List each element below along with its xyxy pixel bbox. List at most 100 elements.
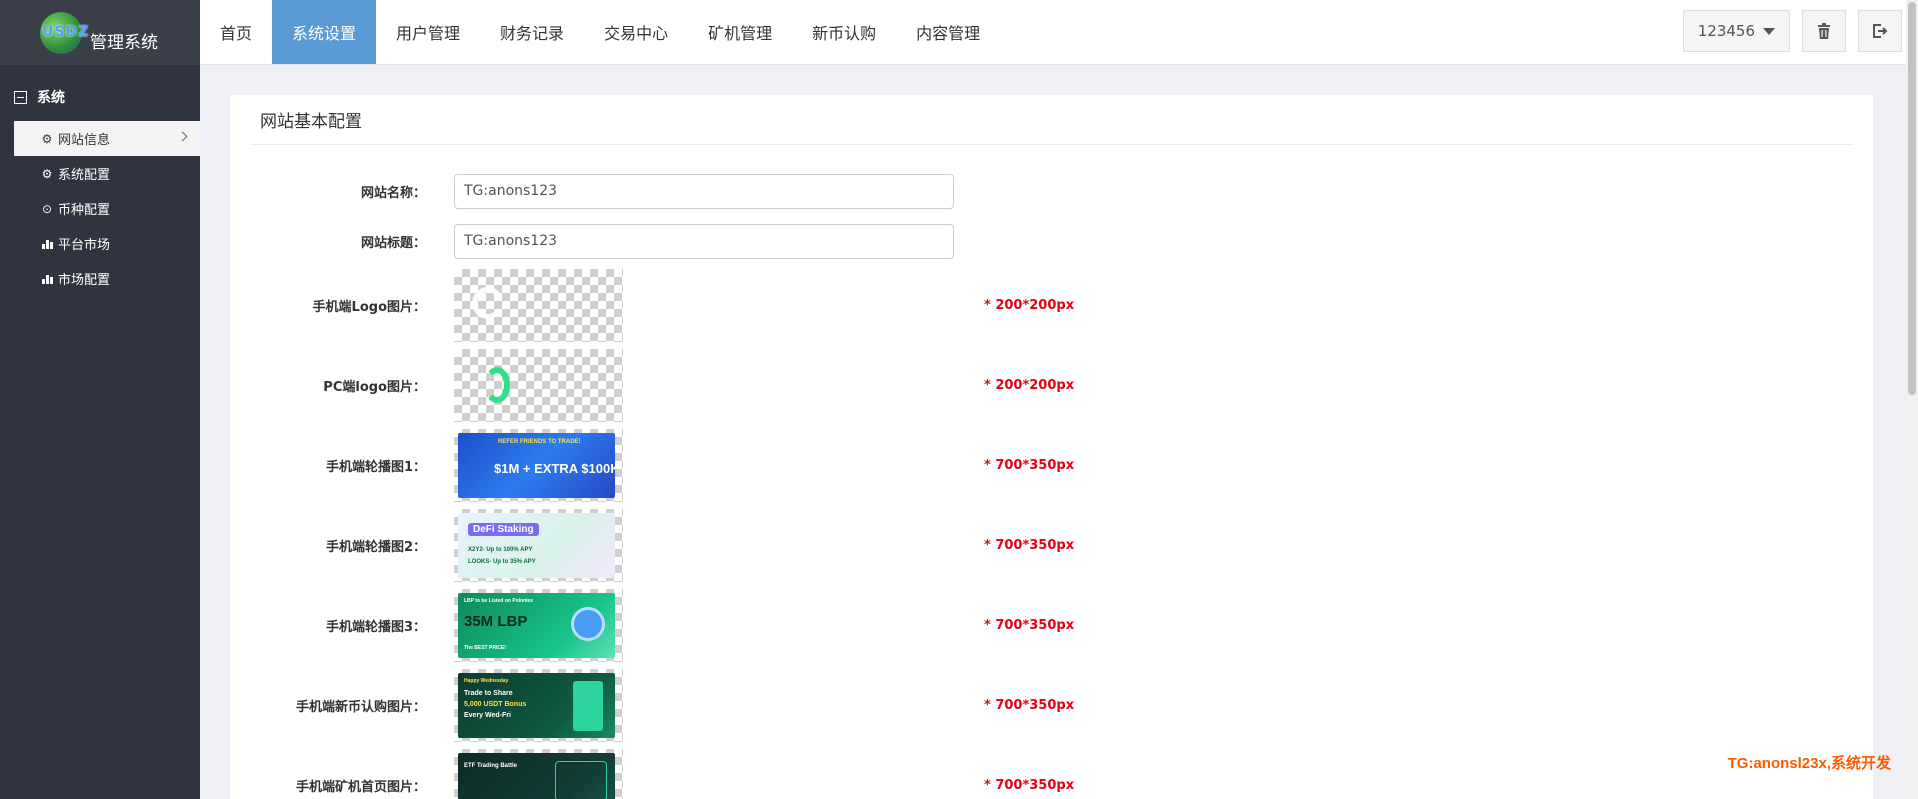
logout-icon	[1873, 24, 1888, 38]
pc-logo-label: PC端logo图片：	[323, 380, 426, 395]
size-hint: * 700*350px	[984, 698, 1075, 713]
banner-2-line-1: DeFi Staking	[468, 523, 539, 536]
size-hint: * 200*200px	[984, 378, 1075, 393]
nav-new-coin-subscription[interactable]: 新币认购	[792, 0, 896, 64]
brand-mark: USDZ	[42, 23, 90, 40]
form-row-new-coin-image: 手机端新币认购图片： Happy Wednesday Trade to Shar…	[230, 669, 1873, 742]
caret-down-icon	[1763, 27, 1775, 35]
sidebar-item-system-config[interactable]: ⚙ 系统配置	[0, 156, 200, 191]
sidebar-group-label: 系统	[37, 90, 65, 106]
clear-cache-button[interactable]	[1802, 10, 1846, 52]
site-title-input[interactable]	[454, 223, 954, 259]
banner-3-line-2: 35M LBP	[464, 613, 528, 630]
gear-icon: ⚙	[41, 166, 53, 181]
brand-logo[interactable]: USDZ 管理系统	[0, 0, 200, 65]
form-row-site-title: 网站标题：	[230, 223, 1873, 259]
mobile-logo-image	[472, 287, 504, 319]
mobile-logo-label: 手机端Logo图片：	[312, 300, 426, 315]
logout-button[interactable]	[1858, 10, 1902, 52]
sidebar-item-label: 币种配置	[58, 203, 111, 218]
banner-2-line-3: LOOKS- Up to 35% APY	[468, 559, 536, 565]
banner-3-line-1: LBP to be Listed on Poloniex	[464, 598, 534, 604]
site-name-input[interactable]	[454, 173, 954, 209]
nav-system-settings[interactable]: 系统设置	[272, 0, 377, 64]
sidebar-item-label: 市场配置	[58, 273, 111, 288]
new-coin-line-4: Every Wed-Fri	[464, 712, 511, 719]
new-coin-line-3: 5,000 USDT Bonus	[464, 701, 527, 708]
site-config-panel: 网站基本配置 网站名称： 网站标题： 手机端Logo图片： * 200*200p…	[230, 95, 1873, 799]
size-hint: * 700*350px	[984, 618, 1075, 633]
top-nav: 首页 系统设置 用户管理 财务记录 交易中心 矿机管理 新币认购 内容管理 12…	[200, 0, 1918, 65]
form-row-banner-3: 手机端轮播图3： LBP to be Listed on Poloniex 35…	[230, 589, 1873, 662]
scrollbar-thumb[interactable]	[1908, 2, 1916, 395]
gear-icon: ⚙	[41, 131, 53, 146]
sidebar-group-system[interactable]: 系统	[0, 65, 200, 121]
banner-3-image: LBP to be Listed on Poloniex 35M LBP The…	[458, 593, 615, 658]
nav-home[interactable]: 首页	[200, 0, 272, 64]
form-row-miner-home-image: 手机端矿机首页图片： ETF Trading Battle * 700*350p…	[230, 749, 1873, 799]
watermark-text: TG:anonsl23x,系统开发	[1727, 755, 1891, 772]
form-row-pc-logo: PC端logo图片： * 200*200px	[230, 349, 1873, 422]
top-right-actions: 123456	[1682, 10, 1902, 52]
sidebar-item-label: 平台市场	[58, 238, 111, 253]
user-dropdown[interactable]: 123456	[1682, 10, 1790, 52]
sidebar-item-site-info[interactable]: ⚙ 网站信息	[14, 121, 200, 156]
cards-illustration-icon	[555, 761, 607, 799]
new-coin-image-upload[interactable]: Happy Wednesday Trade to Share 5,000 USD…	[454, 669, 623, 742]
coin-icon	[571, 607, 605, 641]
banner-2-image: DeFi Staking X2Y2- Up to 100% APY LOOKS-…	[458, 513, 615, 578]
banner-1-upload[interactable]: REFER FRIENDS TO TRADE! $1M + EXTRA $100…	[454, 429, 623, 502]
panel-title: 网站基本配置	[250, 95, 1853, 145]
size-hint: * 700*350px	[984, 538, 1075, 553]
sidebar-item-coin-config[interactable]: ⊙ 币种配置	[0, 191, 200, 226]
banner-3-line-3: The BEST PRICE!	[464, 645, 506, 651]
pc-logo-image	[484, 367, 510, 403]
size-hint: * 700*350px	[984, 458, 1075, 473]
banner-2-upload[interactable]: DeFi Staking X2Y2- Up to 100% APY LOOKS-…	[454, 509, 623, 582]
globe-logo-icon: USDZ	[40, 11, 88, 54]
site-name-label: 网站名称：	[360, 185, 426, 201]
site-title-label: 网站标题：	[360, 235, 426, 251]
chevron-right-icon	[177, 131, 188, 142]
nav-content-management[interactable]: 内容管理	[896, 0, 1000, 64]
miner-home-image-upload[interactable]: ETF Trading Battle	[454, 749, 623, 799]
banner-1-line-2: $1M + EXTRA $100K	[494, 461, 615, 476]
new-coin-image-label: 手机端新币认购图片：	[295, 700, 426, 715]
mobile-logo-upload[interactable]	[454, 269, 623, 342]
form-row-mobile-logo: 手机端Logo图片： * 200*200px	[230, 269, 1873, 342]
miner-home-line-1: ETF Trading Battle	[464, 763, 518, 769]
bar-chart-icon	[40, 273, 54, 284]
form-row-site-name: 网站名称：	[230, 173, 1873, 209]
banner-1-line-1: REFER FRIENDS TO TRADE!	[498, 439, 581, 445]
sidebar-item-label: 系统配置	[58, 168, 111, 183]
sidebar-item-market-config[interactable]: 市场配置	[0, 261, 200, 296]
new-coin-line-2: Trade to Share	[464, 690, 513, 697]
sidebar: 系统 ⚙ 网站信息 ⚙ 系统配置 ⊙ 币种配置 平台市场 市场配置	[0, 65, 200, 799]
pc-logo-upload[interactable]	[454, 349, 623, 422]
banner-3-upload[interactable]: LBP to be Listed on Poloniex 35M LBP The…	[454, 589, 623, 662]
banner-2-line-2: X2Y2- Up to 100% APY	[468, 547, 533, 553]
sidebar-item-platform-market[interactable]: 平台市场	[0, 226, 200, 261]
new-coin-image: Happy Wednesday Trade to Share 5,000 USD…	[458, 673, 615, 738]
brand-title: 管理系统	[90, 33, 158, 53]
nav-user-management[interactable]: 用户管理	[376, 0, 480, 64]
bar-chart-icon	[40, 238, 54, 249]
trash-icon	[1818, 23, 1830, 39]
nav-finance-records[interactable]: 财务记录	[480, 0, 584, 64]
new-coin-line-1: Happy Wednesday	[464, 678, 509, 684]
banner-2-label: 手机端轮播图2：	[325, 540, 426, 555]
size-hint: * 700*350px	[984, 778, 1075, 793]
banner-1-image: REFER FRIENDS TO TRADE! $1M + EXTRA $100…	[458, 433, 615, 498]
phone-illustration-icon	[573, 681, 603, 731]
banner-1-label: 手机端轮播图1：	[325, 460, 426, 475]
form-row-banner-2: 手机端轮播图2： DeFi Staking X2Y2- Up to 100% A…	[230, 509, 1873, 582]
miner-home-image-label: 手机端矿机首页图片：	[295, 780, 426, 795]
size-hint: * 200*200px	[984, 298, 1075, 313]
username: 123456	[1697, 22, 1755, 40]
nav-trading-center[interactable]: 交易中心	[584, 0, 688, 64]
sidebar-item-label: 网站信息	[58, 133, 111, 148]
nav-miner-management[interactable]: 矿机管理	[688, 0, 792, 64]
target-icon: ⊙	[41, 201, 53, 216]
collapse-icon	[14, 90, 27, 104]
page-scrollbar[interactable]	[1906, 0, 1918, 799]
